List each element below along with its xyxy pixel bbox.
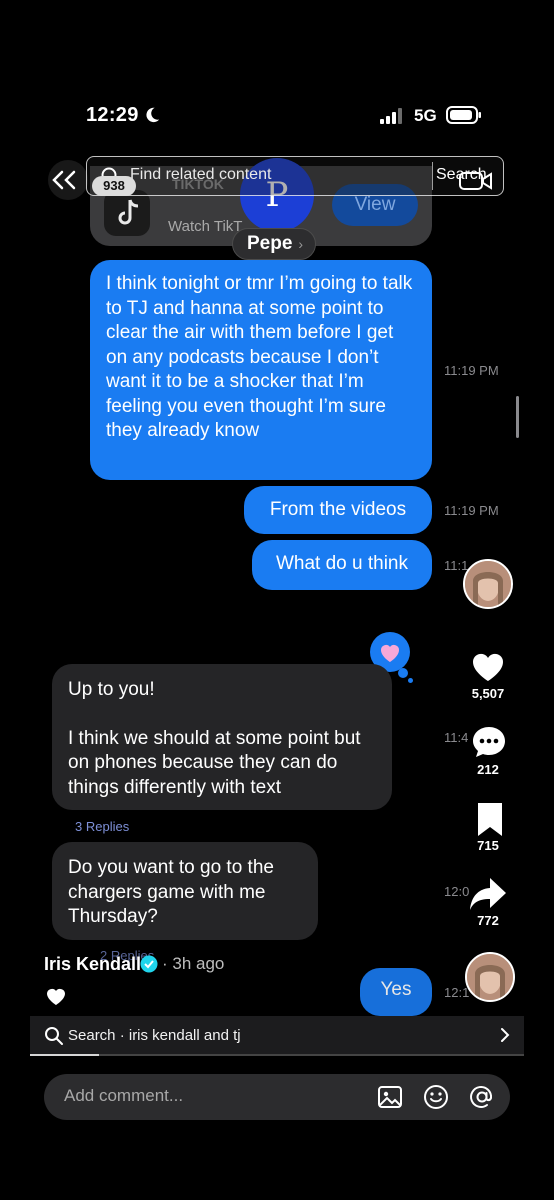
tiktok-app-icon [104, 190, 150, 236]
message-bubble-incoming[interactable]: Up to you! I think we should at some poi… [52, 664, 392, 810]
reaction-tail-small [408, 678, 413, 683]
search-divider [432, 162, 433, 190]
network-type: 5G [414, 106, 437, 125]
message-bubble-outgoing[interactable]: What do u think [252, 540, 432, 590]
message-time: 11:4 [444, 730, 469, 745]
like-count: 5,507 [471, 686, 505, 701]
reaction-tail [398, 668, 408, 678]
search-icon [45, 1027, 63, 1045]
emoji-icon[interactable] [422, 1083, 450, 1111]
related-search-text: Search · iris kendall and tj [68, 1027, 241, 1044]
share-count: 772 [477, 913, 499, 928]
back-chevron-icon [52, 170, 76, 190]
message-time: 11:19 PM [444, 363, 499, 378]
message-bubble-incoming[interactable]: Do you want to go to the chargers game w… [52, 842, 318, 940]
comment-count: 212 [477, 762, 499, 777]
chevron-right-icon: › [298, 236, 304, 252]
verified-badge-icon [140, 955, 158, 973]
replies-link[interactable]: 3 Replies [75, 819, 129, 834]
message-count-badge: 938 [92, 176, 136, 196]
search-placeholder: Find related content [130, 166, 272, 183]
message-time: 12:1 [444, 985, 470, 1000]
message-time: 12:0 [444, 884, 470, 899]
battery-icon [446, 106, 481, 124]
message-text: I think we should at some point but on p… [68, 727, 361, 798]
status-time: 12:29 [86, 104, 139, 126]
author-name[interactable]: Iris Kendall [44, 954, 141, 975]
video-call-icon[interactable] [458, 168, 494, 194]
mention-icon[interactable] [468, 1083, 496, 1111]
back-button[interactable] [48, 160, 88, 200]
message-bubble-outgoing[interactable]: Yes [360, 968, 432, 1016]
signal-icon [380, 108, 402, 124]
contact-name: Pepe [247, 233, 293, 254]
heart-outline-icon[interactable] [44, 984, 68, 1008]
message-bubble-outgoing[interactable]: From the videos [244, 486, 432, 534]
video-progress-track[interactable] [30, 1054, 524, 1056]
avatar-image [467, 954, 513, 1000]
avatar-image [465, 561, 511, 607]
comment-placeholder: Add comment... [64, 1086, 184, 1105]
chevron-right-icon [501, 1028, 510, 1042]
preview-subtitle: Watch TikT [168, 218, 243, 235]
post-age: · 3h ago [162, 954, 225, 973]
message-time: 11:19 PM [444, 503, 499, 518]
moon-icon [146, 107, 160, 123]
comment-icon[interactable] [469, 722, 509, 762]
contact-name-pill[interactable]: Pepe › [232, 228, 317, 260]
scroll-indicator[interactable] [516, 396, 519, 438]
bookmark-icon[interactable] [470, 800, 510, 840]
image-icon[interactable] [376, 1083, 404, 1111]
creator-avatar[interactable] [463, 559, 513, 609]
video-progress-fill [30, 1054, 100, 1056]
like-icon[interactable] [468, 646, 508, 686]
message-time: 11:1 [444, 558, 469, 573]
save-count: 715 [477, 838, 499, 853]
message-text: Up to you! [68, 679, 155, 700]
music-disc-avatar[interactable] [465, 952, 515, 1002]
message-bubble-outgoing[interactable]: I think tonight or tmr I’m going to talk… [90, 260, 432, 480]
share-icon[interactable] [468, 874, 508, 914]
message-text: What do u think [275, 553, 409, 574]
